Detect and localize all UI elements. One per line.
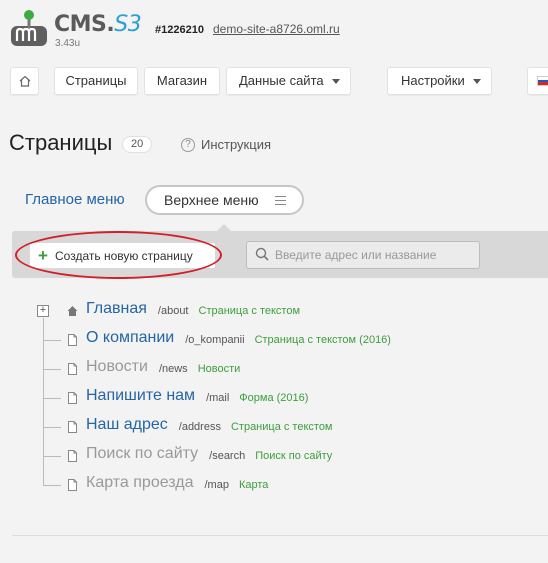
tab-top-menu-label: Верхнее меню [164, 192, 259, 208]
page-type-label: Новости [197, 363, 241, 375]
nav-site-data-button[interactable]: Данные сайта [226, 67, 351, 95]
cms-logo-icon[interactable] [9, 8, 49, 48]
tree-row[interactable]: Карта проезда/map Карта [0, 473, 548, 497]
home-icon [67, 306, 78, 316]
page-title-link[interactable]: Поиск по сайту [86, 445, 198, 463]
page-path: /mail [206, 392, 230, 404]
page-type-label: Поиск по сайту [255, 450, 333, 462]
page-title-link[interactable]: О компании [86, 329, 174, 347]
nav-shop-button[interactable]: Магазин [144, 67, 220, 95]
language-button[interactable] [527, 67, 548, 95]
page-path: /address [178, 421, 221, 433]
nav-home-button[interactable] [10, 67, 39, 95]
tree-row[interactable]: Напишите нам/mail Форма (2016) [0, 386, 548, 410]
page-type-label: Страница с текстом (2016) [254, 334, 391, 346]
chevron-down-icon [473, 79, 481, 84]
nav-settings-label: Настройки [401, 73, 465, 88]
page-type-label: Форма (2016) [239, 392, 309, 404]
page-type-label: Карта [238, 479, 269, 491]
nav-site-data-label: Данные сайта [239, 73, 324, 88]
search-icon [255, 247, 269, 261]
page-icon [68, 392, 77, 404]
site-id: #1226210 [155, 24, 204, 36]
site-domain-link[interactable]: demo-site-a8726.oml.ru [213, 22, 340, 36]
page-title-link[interactable]: Главная [86, 300, 147, 318]
page-title-link[interactable]: Напишите нам [86, 387, 195, 405]
page-path: /about [157, 305, 189, 317]
home-icon [19, 75, 30, 87]
page-type-label: Страница с текстом [198, 305, 301, 317]
hamburger-icon[interactable] [275, 196, 286, 208]
nav-pages-button[interactable]: Страницы [54, 67, 138, 95]
tab-top-menu[interactable]: Верхнее меню [145, 185, 304, 215]
page-path: /o_kompanii [185, 334, 245, 346]
instructions-link[interactable]: Инструкция [201, 137, 271, 152]
nav-settings-button[interactable]: Настройки [387, 67, 492, 95]
chevron-down-icon [332, 79, 340, 84]
help-icon[interactable]: ? [181, 138, 195, 152]
page-icon [68, 479, 77, 491]
page-type-label: Страница с текстом [230, 421, 333, 433]
tree-row[interactable]: Главная/about Страница с текстом [0, 299, 548, 323]
highlight-ellipse [15, 231, 222, 279]
page-title: Страницы [9, 130, 113, 155]
page-title-link[interactable]: Наш адрес [86, 416, 168, 434]
tree-row[interactable]: Новости/news Новости [0, 357, 548, 381]
tree-row[interactable]: Наш адрес/address Страница с текстом [0, 415, 548, 439]
divider [12, 535, 548, 536]
tree-row[interactable]: Поиск по сайту/search Поиск по сайту [0, 444, 548, 468]
page-count-badge: 20 [122, 136, 153, 153]
page-icon [68, 363, 77, 375]
page-path: /search [209, 450, 246, 462]
page-path: /news [158, 363, 188, 375]
page-search-box[interactable] [246, 241, 480, 269]
logo-wordmark[interactable]: CMS.S3 [54, 12, 142, 37]
page-path: /map [204, 479, 229, 491]
cms-version: 3.43u [55, 38, 81, 49]
page-title-link[interactable]: Карта проезда [86, 474, 193, 492]
page-title-link[interactable]: Новости [86, 358, 148, 376]
page-icon [68, 334, 77, 346]
page-icon [68, 421, 77, 433]
page-icon [68, 450, 77, 462]
tree-row[interactable]: О компании/o_kompanii Страница с текстом … [0, 328, 548, 352]
search-input[interactable] [275, 242, 477, 268]
tab-main-menu[interactable]: Главное меню [25, 191, 125, 208]
top-bar: CMS.S3 3.43u #1226210 demo-site-a8726.om… [0, 0, 548, 58]
russian-flag-icon [537, 76, 548, 86]
